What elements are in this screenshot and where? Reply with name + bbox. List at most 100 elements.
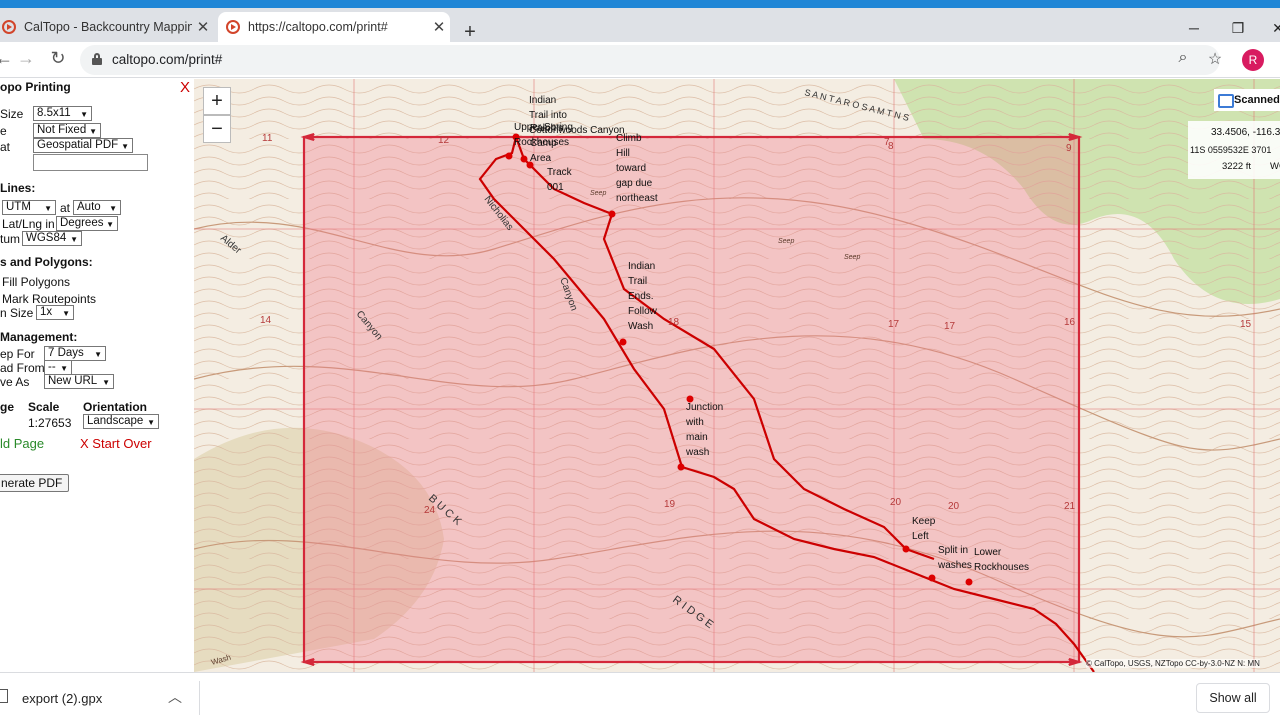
icon-size-select[interactable]: 1x <box>36 305 74 320</box>
page-size-label: Size <box>0 107 24 121</box>
waypoint-label[interactable]: Lower Rockhouses <box>974 545 1029 575</box>
load-from-select[interactable]: -- <box>44 360 72 375</box>
panel-title: opo Printing <box>0 80 71 94</box>
waypoint-label[interactable]: Junction with main wash <box>686 400 723 460</box>
zoom-in-button[interactable]: + <box>203 87 231 115</box>
waypoint-label[interactable]: Ralph's Camp Area <box>530 121 563 166</box>
tab-strip: CalTopo - Backcountry Mapping E ✕ https:… <box>0 8 1280 44</box>
chevron-up-icon[interactable]: ︿ <box>168 687 182 707</box>
waypoint-label[interactable]: Climb Hill toward gap due northeast <box>616 131 658 206</box>
generate-pdf-button[interactable]: nerate PDF <box>0 474 70 492</box>
save-as-select[interactable]: New URL <box>44 374 114 389</box>
show-all-button[interactable]: Show all <box>1196 683 1270 713</box>
tab-title: https://caltopo.com/print# <box>248 20 388 34</box>
format-label: at <box>0 140 11 154</box>
forward-arrow-icon[interactable]: → <box>14 48 38 69</box>
grid-at-label: at <box>60 201 71 215</box>
section-number: 14 <box>260 315 272 326</box>
start-over-link[interactable]: X Start Over <box>80 436 152 451</box>
base-layer-label: Scanned <box>1234 94 1280 106</box>
reload-icon[interactable]: ↻ <box>46 48 70 69</box>
section-number: 18 <box>668 317 680 328</box>
waypoint-label[interactable]: Track 001 <box>547 165 572 195</box>
tab-title: CalTopo - Backcountry Mapping E <box>24 20 192 34</box>
download-item[interactable]: export (2).gpx ︿ <box>0 681 200 715</box>
format-select[interactable]: Geospatial PDF <box>33 138 133 153</box>
waypoint-label[interactable]: Split in washes <box>938 543 972 573</box>
section-number: 17 <box>888 319 900 330</box>
section-number: 20 <box>890 497 902 508</box>
page-column-header: ge <box>0 400 15 414</box>
tab-print[interactable]: https://caltopo.com/print# ✕ <box>218 12 450 42</box>
title-field[interactable] <box>33 154 148 171</box>
profile-avatar[interactable]: R <box>1242 49 1264 71</box>
caltopo-favicon-icon <box>226 20 240 34</box>
new-tab-plus-icon[interactable]: + <box>458 20 482 44</box>
grid-lines-heading: Lines: <box>0 181 36 195</box>
place-label: Seep <box>844 254 860 261</box>
fill-polygons-label[interactable]: Fill Polygons <box>2 275 70 289</box>
section-number: 20 <box>948 501 960 512</box>
page-size-select[interactable]: 8.5x11 <box>33 106 92 121</box>
section-number: 11 <box>262 133 273 144</box>
add-page-link[interactable]: ld Page <box>0 436 44 451</box>
minimize-icon[interactable]: ─ <box>1182 20 1206 36</box>
orientation-select[interactable]: Landscape <box>83 414 159 429</box>
lock-icon <box>92 53 102 65</box>
section-number: 15 <box>1240 319 1252 330</box>
grid-type-select[interactable]: UTM <box>2 200 56 215</box>
coord-datum: WG <box>1270 161 1280 172</box>
save-as-label: ve As <box>0 375 30 389</box>
download-bar: export (2).gpx ︿ Show all <box>0 672 1280 720</box>
download-filename: export (2).gpx <box>22 691 103 706</box>
keep-for-label: ep For <box>0 347 35 361</box>
coord-utm: 11S 0559532E 3701 <box>1190 145 1272 155</box>
orientation-column-header: Orientation <box>83 400 148 414</box>
latlng-format-select[interactable]: Degrees <box>56 216 118 231</box>
waypoint-label[interactable]: Indian Trail Ends. Follow Wash <box>628 259 657 334</box>
scale-select[interactable]: Not Fixed <box>33 123 101 138</box>
url-text: caltopo.com/print# <box>112 52 223 67</box>
coord-latlng: 33.4506, -116.3 <box>1211 127 1280 138</box>
restore-icon[interactable]: ❐ <box>1226 20 1250 37</box>
close-tab-icon[interactable]: ✕ <box>192 18 214 36</box>
section-number: 17 <box>944 321 956 332</box>
base-layer-button[interactable]: Scanned <box>1214 89 1280 111</box>
place-label: Seep <box>590 190 606 197</box>
tab-caltopo[interactable]: CalTopo - Backcountry Mapping E ✕ <box>0 12 214 42</box>
mark-routepoints-label[interactable]: Mark Routepoints <box>2 292 96 306</box>
section-number: 16 <box>1064 317 1076 328</box>
section-number: 21 <box>1064 501 1076 512</box>
zoom-magnifier-icon[interactable]: ⌕ <box>1172 49 1194 67</box>
section-number: 19 <box>664 499 676 510</box>
scale-readout: 1:27653 <box>28 416 72 430</box>
address-bar[interactable]: caltopo.com/print# ⌕ ☆ <box>80 45 1222 75</box>
close-tab-icon[interactable]: ✕ <box>428 18 450 36</box>
management-heading: Management: <box>0 330 78 344</box>
scale-label: e <box>0 124 7 138</box>
cursor-coordinates-box: 33.4506, -116.3 11S 0559532E 3701 3222 f… <box>1188 121 1280 179</box>
datum-select[interactable]: WGS84 <box>22 231 82 246</box>
caltopo-favicon-icon <box>2 20 16 34</box>
section-number: 8 <box>888 141 894 152</box>
bookmark-star-icon[interactable]: ☆ <box>1204 49 1226 69</box>
file-icon <box>0 689 8 703</box>
waypoint-label[interactable]: Keep Left <box>912 514 935 544</box>
load-from-label: ad From <box>0 361 45 375</box>
grid-spacing-select[interactable]: Auto <box>73 200 121 215</box>
window-accent-bar <box>0 0 1280 8</box>
place-label: Seep <box>778 238 794 245</box>
keep-for-select[interactable]: 7 Days <box>44 346 106 361</box>
window-close-icon[interactable]: ✕ <box>1266 20 1280 37</box>
print-settings-panel: opo Printing X Size 8.5x11 e Not Fixed a… <box>0 79 194 672</box>
close-panel-icon[interactable]: X <box>180 79 190 96</box>
latlng-label: Lat/Lng in <box>2 217 55 231</box>
datum-label: tum <box>0 232 21 246</box>
map-canvas[interactable]: 11 12 7 8 9 14 18 17 17 16 15 19 20 20 2… <box>194 79 1280 672</box>
topo-map[interactable]: 11 12 7 8 9 14 18 17 17 16 15 19 20 20 2… <box>194 79 1280 672</box>
coord-elevation: 3222 ft <box>1222 161 1252 172</box>
icon-size-label: n Size <box>0 306 34 320</box>
zoom-out-button[interactable]: − <box>203 115 231 143</box>
section-number: 12 <box>438 135 450 146</box>
lines-polygons-heading: s and Polygons: <box>0 255 93 269</box>
